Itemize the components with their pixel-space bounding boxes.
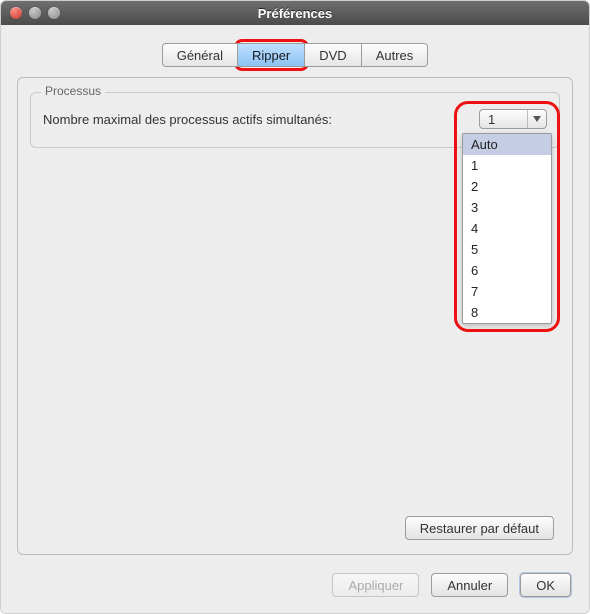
- footer-buttons: Appliquer Annuler OK: [332, 573, 571, 597]
- dropdown-item[interactable]: Auto: [463, 134, 551, 155]
- window-title: Préférences: [1, 6, 589, 21]
- zoom-icon[interactable]: [48, 7, 60, 19]
- group-row: Nombre maximal des processus actifs simu…: [31, 93, 559, 129]
- concurrent-processes-combo[interactable]: 1: [479, 109, 547, 129]
- group-title: Processus: [41, 84, 105, 98]
- dropdown-item[interactable]: 1: [463, 155, 551, 176]
- cancel-button[interactable]: Annuler: [431, 573, 508, 597]
- chevron-down-icon: [527, 110, 546, 128]
- combo-value: 1: [488, 112, 527, 127]
- apply-button: Appliquer: [332, 573, 419, 597]
- tab-general[interactable]: Général: [162, 43, 238, 67]
- dropdown-item[interactable]: 4: [463, 218, 551, 239]
- ok-button[interactable]: OK: [520, 573, 571, 597]
- dropdown-item[interactable]: 3: [463, 197, 551, 218]
- dropdown-item[interactable]: 6: [463, 260, 551, 281]
- minimize-icon[interactable]: [29, 7, 41, 19]
- restore-defaults-button[interactable]: Restaurer par défaut: [405, 516, 554, 540]
- close-icon[interactable]: [10, 7, 22, 19]
- dropdown-item[interactable]: 2: [463, 176, 551, 197]
- concurrent-processes-dropdown[interactable]: Auto 1 2 3 4 5 6 7 8: [462, 133, 552, 324]
- traffic-lights: [10, 7, 60, 19]
- concurrent-processes-label: Nombre maximal des processus actifs simu…: [43, 112, 332, 127]
- window-body: Général Ripper DVD Autres Processus Nomb…: [1, 25, 589, 613]
- tab-autres[interactable]: Autres: [362, 43, 429, 67]
- tab-dvd[interactable]: DVD: [305, 43, 361, 67]
- titlebar: Préférences: [1, 1, 589, 26]
- dropdown-item[interactable]: 5: [463, 239, 551, 260]
- dropdown-item[interactable]: 7: [463, 281, 551, 302]
- content-panel: Processus Nombre maximal des processus a…: [17, 77, 573, 555]
- dropdown-item[interactable]: 8: [463, 302, 551, 323]
- tab-bar: Général Ripper DVD Autres: [1, 43, 589, 67]
- tab-ripper[interactable]: Ripper: [238, 43, 305, 67]
- preferences-window: Préférences Général Ripper DVD Autres Pr…: [0, 0, 590, 614]
